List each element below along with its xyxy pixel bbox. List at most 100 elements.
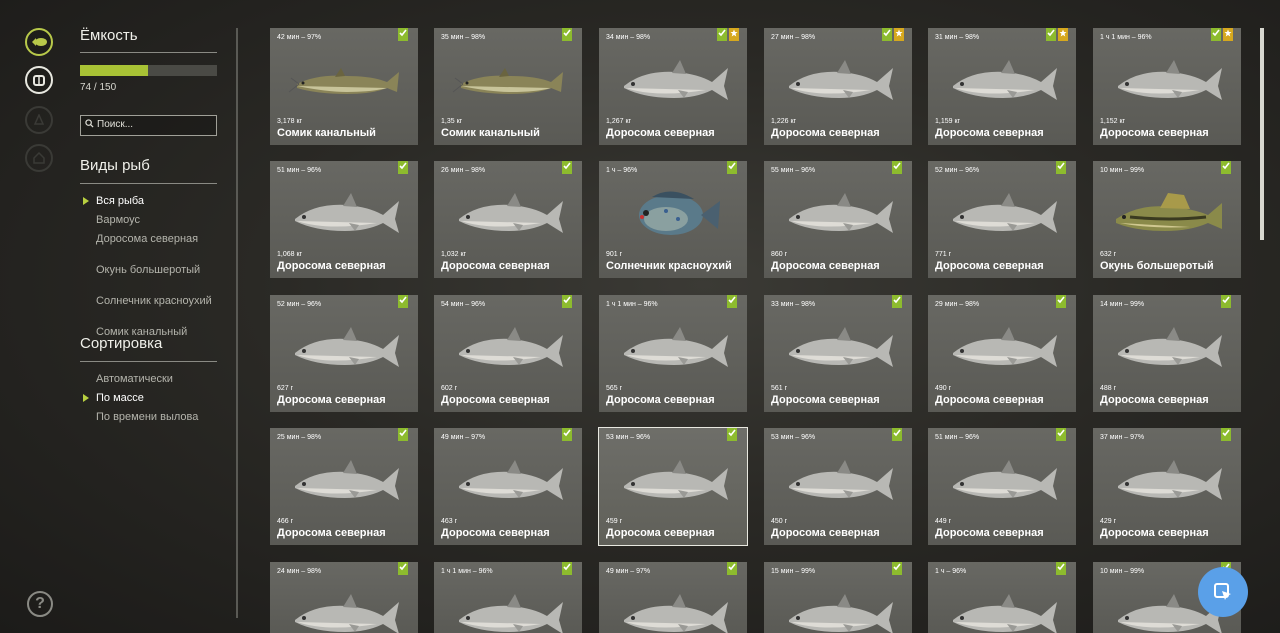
check-icon <box>1211 28 1221 41</box>
star-icon <box>729 28 739 41</box>
divider <box>80 361 217 362</box>
catch-card[interactable]: 52 мин – 96% 627 г Доросома северная <box>270 295 418 412</box>
panel-separator <box>236 28 238 618</box>
catch-weight: 561 г <box>771 385 788 392</box>
catch-card[interactable]: 31 мин – 98% 1,159 кг Доросома северная <box>928 28 1076 145</box>
capacity-count: 74 / 150 <box>80 82 117 93</box>
species-item[interactable]: Вся рыба <box>96 195 216 207</box>
species-item[interactable]: Вармоус <box>96 214 216 226</box>
catch-name: Доросома северная <box>935 527 1044 539</box>
catch-name: Доросома северная <box>441 260 550 272</box>
catch-card[interactable]: 42 мин – 97% 3,178 кг Сомик канальный <box>270 28 418 145</box>
catch-weight: 602 г <box>441 385 458 392</box>
species-item[interactable]: Доросома северная <box>96 233 216 245</box>
catch-name: Доросома северная <box>277 527 386 539</box>
catch-time: 51 мин – 96% <box>277 167 322 174</box>
star-icon <box>1223 28 1233 41</box>
catch-card[interactable]: 51 мин – 96% 449 г Доросома северная <box>928 428 1076 545</box>
catch-name: Доросома северная <box>1100 394 1209 406</box>
species-item[interactable]: Солнечник красноухий <box>96 295 216 307</box>
check-icon <box>1046 28 1056 41</box>
catch-card[interactable]: 1 ч 1 мин – 96% <box>434 562 582 633</box>
catch-card[interactable]: 53 мин – 96% 450 г Доросома северная <box>764 428 912 545</box>
catch-time: 49 мин – 97% <box>441 434 486 441</box>
sort-item[interactable]: Автоматически <box>96 373 216 385</box>
divider <box>80 52 217 53</box>
shad-fish-image <box>451 181 566 243</box>
shad-fish-image <box>1110 48 1225 110</box>
fish-icon[interactable] <box>25 28 53 56</box>
check-icon <box>398 295 408 308</box>
catch-card[interactable]: 34 мин – 98% 1,267 кг Доросома северная <box>599 28 747 145</box>
catfish-fish-image <box>451 48 566 110</box>
catch-card[interactable]: 1 ч 1 мин – 96% 1,152 кг Доросома северная <box>1093 28 1241 145</box>
catch-card[interactable]: 35 мин – 98% 1,35 кг Сомик канальный <box>434 28 582 145</box>
shad-fish-image <box>945 181 1060 243</box>
catch-card[interactable]: 54 мин – 96% 602 г Доросома северная <box>434 295 582 412</box>
species-item[interactable]: Окунь большеротый <box>96 264 216 276</box>
catch-time: 34 мин – 98% <box>606 34 651 41</box>
shad-fish-image <box>616 582 731 633</box>
sort-item[interactable]: По времени вылова <box>96 411 216 423</box>
catch-weight: 490 г <box>935 385 952 392</box>
catch-time: 27 мин – 98% <box>771 34 816 41</box>
cursor-icon[interactable] <box>1198 567 1248 617</box>
shad-fish-image <box>1110 315 1225 377</box>
scrollbar[interactable] <box>1260 28 1264 240</box>
catch-weight: 632 г <box>1100 251 1117 258</box>
catch-card[interactable]: 49 мин – 97% 463 г Доросома северная <box>434 428 582 545</box>
check-icon <box>562 428 572 441</box>
catch-card[interactable]: 29 мин – 98% 490 г Доросома северная <box>928 295 1076 412</box>
catch-card[interactable]: 51 мин – 96% 1,068 кг Доросома северная <box>270 161 418 278</box>
shad-fish-image <box>616 315 731 377</box>
sunfish-fish-image <box>616 181 731 243</box>
catch-time: 35 мин – 98% <box>441 34 486 41</box>
shad-fish-image <box>781 315 896 377</box>
catch-card[interactable]: 26 мин – 98% 1,032 кг Доросома северная <box>434 161 582 278</box>
catch-card[interactable]: 14 мин – 99% 488 г Доросома северная <box>1093 295 1241 412</box>
catch-card[interactable]: 33 мин – 98% 561 г Доросома северная <box>764 295 912 412</box>
catch-time: 52 мин – 96% <box>935 167 980 174</box>
catch-card[interactable]: 27 мин – 98% 1,226 кг Доросома северная <box>764 28 912 145</box>
catch-card[interactable]: 53 мин – 96% 459 г Доросома северная <box>598 427 748 546</box>
check-icon <box>562 28 572 41</box>
search-input[interactable]: Поиск... <box>80 115 217 136</box>
campfire-icon[interactable] <box>25 106 53 134</box>
shad-fish-image <box>945 48 1060 110</box>
catch-weight: 1,35 кг <box>441 118 463 125</box>
catch-card[interactable]: 10 мин – 99% 632 г Окунь большеротый <box>1093 161 1241 278</box>
catch-card[interactable]: 15 мин – 99% <box>764 562 912 633</box>
selected-arrow-icon <box>83 394 89 402</box>
check-icon <box>727 161 737 174</box>
catch-card[interactable]: 52 мин – 96% 771 г Доросома северная <box>928 161 1076 278</box>
check-icon <box>562 295 572 308</box>
search-icon <box>85 119 94 128</box>
star-icon <box>894 28 904 41</box>
home-icon[interactable] <box>25 144 53 172</box>
check-icon <box>727 428 737 441</box>
check-icon <box>1056 161 1066 174</box>
catch-card[interactable]: 37 мин – 97% 429 г Доросома северная <box>1093 428 1241 545</box>
check-icon <box>398 428 408 441</box>
check-icon <box>727 295 737 308</box>
catch-card[interactable]: 1 ч – 96% 901 г Солнечник красноухий <box>599 161 747 278</box>
catch-card[interactable]: 1 ч – 96% <box>928 562 1076 633</box>
check-icon <box>398 28 408 41</box>
help-icon[interactable]: ? <box>27 591 53 617</box>
catch-time: 25 мин – 98% <box>277 434 322 441</box>
shad-fish-image <box>781 582 896 633</box>
catch-card[interactable]: 49 мин – 97% <box>599 562 747 633</box>
check-icon <box>562 161 572 174</box>
sort-item[interactable]: По массе <box>96 392 216 404</box>
keepnet-icon[interactable] <box>25 66 53 94</box>
catch-time: 37 мин – 97% <box>1100 434 1145 441</box>
catch-card[interactable]: 24 мин – 98% <box>270 562 418 633</box>
catch-card[interactable]: 1 ч 1 мин – 96% 565 г Доросома северная <box>599 295 747 412</box>
catch-name: Доросома северная <box>277 260 386 272</box>
check-icon <box>398 161 408 174</box>
shad-fish-image <box>451 448 566 510</box>
catch-time: 1 ч 1 мин – 96% <box>1100 34 1152 41</box>
catch-card[interactable]: 25 мин – 98% 466 г Доросома северная <box>270 428 418 545</box>
catch-card[interactable]: 55 мин – 96% 860 г Доросома северная <box>764 161 912 278</box>
catch-time: 26 мин – 98% <box>441 167 486 174</box>
